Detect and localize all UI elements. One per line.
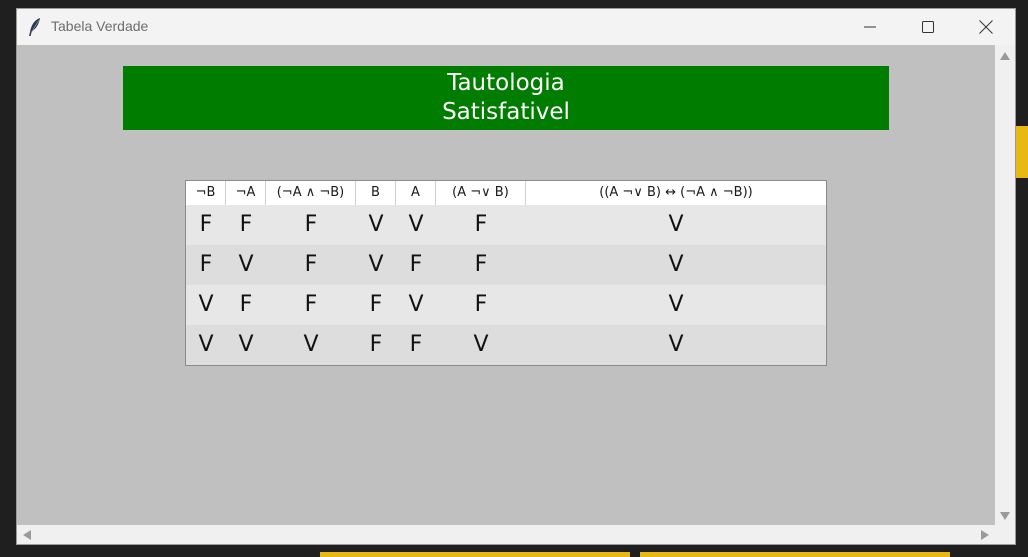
- column-header[interactable]: B: [356, 181, 396, 205]
- column-header[interactable]: (¬A ∧ ¬B): [266, 181, 356, 205]
- table-cell: V: [198, 292, 214, 317]
- scroll-left-icon[interactable]: [23, 530, 31, 540]
- table-cell: F: [369, 332, 383, 357]
- table-cell: F: [474, 252, 488, 277]
- table-row[interactable]: V F F F V F V: [186, 285, 826, 325]
- truth-table-header: ¬B ¬A (¬A ∧ ¬B) B A (A ¬∨ B) ((A ¬∨ B) ↔…: [186, 181, 826, 205]
- table-cell: V: [238, 332, 254, 357]
- table-cell: F: [304, 212, 318, 237]
- canvas-area: Tautologia Satisfativel ¬B ¬A (¬A ∧ ¬B) …: [17, 45, 995, 525]
- table-cell: V: [408, 292, 424, 317]
- table-cell: V: [668, 332, 684, 357]
- table-cell: V: [668, 252, 684, 277]
- table-row[interactable]: V V V F F V V: [186, 325, 826, 365]
- table-cell: F: [369, 292, 383, 317]
- column-header[interactable]: ¬A: [226, 181, 266, 205]
- table-cell: F: [304, 252, 318, 277]
- table-cell: F: [239, 212, 253, 237]
- app-window: Tabela Verdade Tautologia Satisfativel ¬…: [16, 8, 1016, 545]
- minimize-icon: [864, 26, 876, 28]
- result-tautology-label: Tautologia: [447, 70, 565, 96]
- table-cell: F: [409, 332, 423, 357]
- feather-icon: [29, 18, 40, 36]
- vertical-scrollbar[interactable]: [995, 45, 1015, 525]
- table-cell: V: [408, 212, 424, 237]
- table-cell: F: [474, 292, 488, 317]
- result-satisfiable-label: Satisfativel: [442, 99, 570, 125]
- table-cell: V: [668, 212, 684, 237]
- background-window-edge: [640, 552, 950, 557]
- minimize-button[interactable]: [841, 9, 899, 45]
- scroll-down-icon[interactable]: [1000, 512, 1010, 520]
- table-cell: V: [238, 252, 254, 277]
- column-header[interactable]: ¬B: [186, 181, 226, 205]
- background-window-edge: [320, 552, 630, 557]
- maximize-button[interactable]: [899, 9, 957, 45]
- table-row[interactable]: F V F V F F V: [186, 245, 826, 285]
- table-cell: F: [409, 252, 423, 277]
- horizontal-scrollbar[interactable]: [17, 525, 995, 544]
- table-cell: F: [199, 212, 213, 237]
- table-cell: V: [303, 332, 319, 357]
- table-cell: V: [368, 212, 384, 237]
- truth-table: ¬B ¬A (¬A ∧ ¬B) B A (A ¬∨ B) ((A ¬∨ B) ↔…: [185, 180, 827, 366]
- scroll-right-icon[interactable]: [981, 530, 989, 540]
- maximize-icon: [922, 21, 934, 33]
- table-cell: V: [668, 292, 684, 317]
- table-cell: F: [304, 292, 318, 317]
- table-cell: F: [239, 292, 253, 317]
- column-header[interactable]: ((A ¬∨ B) ↔ (¬A ∧ ¬B)): [526, 181, 826, 205]
- window-title: Tabela Verdade: [51, 18, 149, 34]
- column-header[interactable]: A: [396, 181, 436, 205]
- scrollbar-corner: [995, 525, 1015, 544]
- table-cell: V: [198, 332, 214, 357]
- table-cell: F: [474, 212, 488, 237]
- result-banner: Tautologia Satisfativel: [123, 66, 889, 130]
- table-cell: V: [473, 332, 489, 357]
- close-button[interactable]: [957, 9, 1015, 45]
- close-icon: [979, 20, 993, 34]
- column-header[interactable]: (A ¬∨ B): [436, 181, 526, 205]
- table-cell: V: [368, 252, 384, 277]
- background-window-edge: [1016, 126, 1028, 178]
- table-row[interactable]: F F F V V F V: [186, 205, 826, 245]
- table-cell: F: [199, 252, 213, 277]
- title-bar[interactable]: Tabela Verdade: [17, 9, 1015, 45]
- scroll-up-icon[interactable]: [1000, 52, 1010, 60]
